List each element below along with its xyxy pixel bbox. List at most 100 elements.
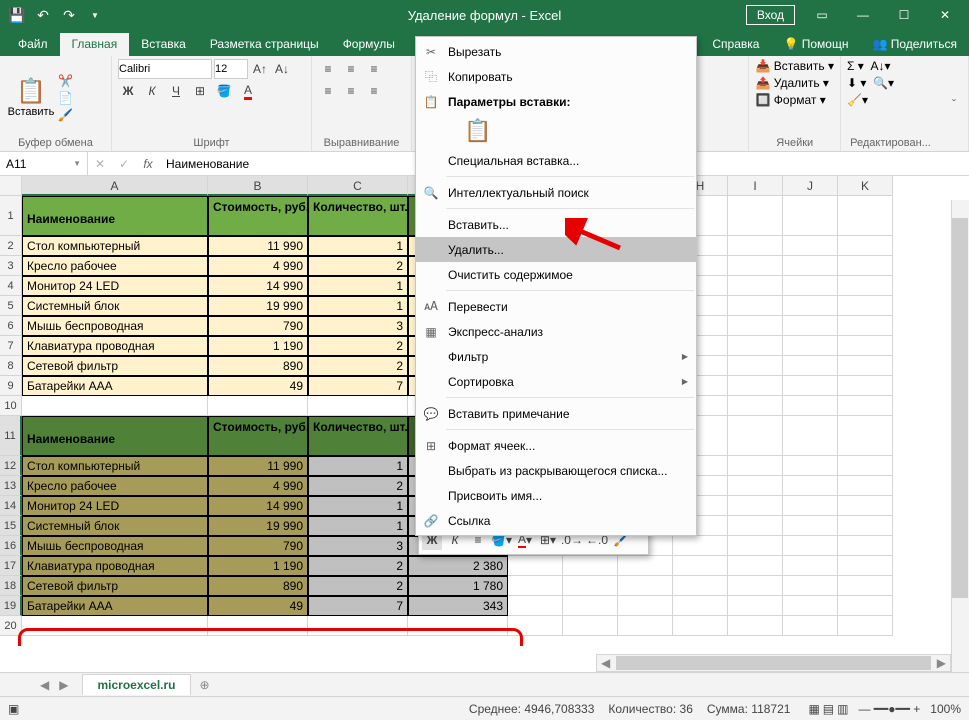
undo-button[interactable]: ↶ <box>32 4 54 26</box>
cell[interactable]: Количество, шт. <box>308 196 408 236</box>
italic-button[interactable]: К <box>142 81 162 101</box>
align-center-icon[interactable]: ≡ <box>341 81 361 101</box>
increase-font-icon[interactable]: A↑ <box>250 59 270 79</box>
ctx-clear[interactable]: Очистить содержимое <box>416 262 696 287</box>
row-header[interactable]: 13 <box>0 476 22 496</box>
row-header[interactable]: 19 <box>0 596 22 616</box>
cell[interactable]: 1 <box>308 236 408 256</box>
tab-formulas[interactable]: Формулы <box>331 33 407 56</box>
cell[interactable]: Количество, шт. <box>308 416 408 456</box>
cell[interactable]: 790 <box>208 536 308 556</box>
cell[interactable]: Сетевой фильтр <box>22 576 208 596</box>
row-header[interactable]: 16 <box>0 536 22 556</box>
col-header[interactable]: B <box>208 176 308 196</box>
cell[interactable]: 790 <box>208 316 308 336</box>
cell[interactable]: 7 <box>308 376 408 396</box>
row-header[interactable]: 3 <box>0 256 22 276</box>
col-header[interactable]: A <box>22 176 208 196</box>
cell[interactable]: 3 <box>308 316 408 336</box>
vertical-scrollbar[interactable] <box>951 200 969 672</box>
row-header[interactable]: 17 <box>0 556 22 576</box>
insert-cells-button[interactable]: 📥 Вставить ▾ <box>755 59 834 73</box>
cell[interactable]: 2 <box>308 356 408 376</box>
view-layout-icon[interactable]: ▤ <box>823 702 834 716</box>
underline-button[interactable]: Ч <box>166 81 186 101</box>
ctx-cut[interactable]: ✂Вырезать <box>416 39 696 64</box>
tab-file[interactable]: Файл <box>6 33 60 56</box>
cell[interactable]: 3 <box>308 536 408 556</box>
col-header[interactable]: C <box>308 176 408 196</box>
prev-sheet-button[interactable]: ◀ <box>40 678 49 692</box>
cell[interactable]: 14 990 <box>208 276 308 296</box>
macro-record-icon[interactable]: ▣ <box>8 702 19 716</box>
ctx-comment[interactable]: 💬Вставить примечание <box>416 401 696 426</box>
row-header[interactable]: 18 <box>0 576 22 596</box>
cell[interactable]: 2 <box>308 336 408 356</box>
ctx-translate[interactable]: 🗚Перевести <box>416 294 696 319</box>
cell[interactable]: 11 990 <box>208 456 308 476</box>
cell[interactable]: 1 <box>308 276 408 296</box>
tab-layout[interactable]: Разметка страницы <box>198 33 331 56</box>
row-header[interactable]: 14 <box>0 496 22 516</box>
cell[interactable]: 1 190 <box>208 336 308 356</box>
fill-color-button[interactable]: 🪣 <box>214 81 234 101</box>
ctx-filter[interactable]: Фильтр▶ <box>416 344 696 369</box>
decrease-font-icon[interactable]: A↓ <box>272 59 292 79</box>
font-color-button[interactable]: A <box>238 81 258 101</box>
cell[interactable]: Клавиатура проводная <box>22 336 208 356</box>
format-painter-icon[interactable]: 🖌️ <box>58 108 73 122</box>
ctx-format-cells[interactable]: ⊞Формат ячеек... <box>416 433 696 458</box>
format-cells-button[interactable]: 🔲 Формат ▾ <box>755 93 834 107</box>
select-all-button[interactable] <box>0 176 22 196</box>
cell[interactable]: Сетевой фильтр <box>22 356 208 376</box>
cell[interactable]: 2 <box>308 576 408 596</box>
row-header[interactable]: 20 <box>0 616 22 636</box>
ctx-define-name[interactable]: Присвоить имя... <box>416 483 696 508</box>
login-button[interactable]: Вход <box>746 5 795 25</box>
row-header[interactable]: 15 <box>0 516 22 536</box>
cell[interactable]: Стол компьютерный <box>22 236 208 256</box>
new-sheet-button[interactable]: ⊕ <box>191 678 219 692</box>
delete-cells-button[interactable]: 📤 Удалить ▾ <box>755 76 834 90</box>
row-header[interactable]: 8 <box>0 356 22 376</box>
ctx-insert[interactable]: Вставить... <box>416 212 696 237</box>
clear-button[interactable]: 🧹▾ <box>847 93 934 107</box>
cell[interactable]: 4 990 <box>208 256 308 276</box>
view-break-icon[interactable]: ▥ <box>837 702 848 716</box>
tab-home[interactable]: Главная <box>60 33 130 56</box>
row-header[interactable]: 7 <box>0 336 22 356</box>
ctx-paste-default[interactable]: 📋 <box>416 114 696 148</box>
collapse-ribbon-button[interactable]: ˇ <box>940 56 968 152</box>
row-header[interactable]: 5 <box>0 296 22 316</box>
paste-button[interactable]: Вставить <box>6 106 56 118</box>
copy-icon[interactable]: 📄 <box>58 91 73 105</box>
cell[interactable]: Кресло рабочее <box>22 476 208 496</box>
row-header[interactable]: 11 <box>0 416 22 456</box>
cell[interactable]: 19 990 <box>208 296 308 316</box>
tell-me[interactable]: 💡 Помощн <box>771 33 860 56</box>
row-header[interactable]: 9 <box>0 376 22 396</box>
cell[interactable]: 2 380 <box>408 556 508 576</box>
save-button[interactable]: 💾 <box>6 4 28 26</box>
cell[interactable]: Монитор 24 LED <box>22 276 208 296</box>
cell[interactable]: 2 <box>308 476 408 496</box>
row-header[interactable]: 4 <box>0 276 22 296</box>
cell[interactable]: Системный блок <box>22 516 208 536</box>
border-button[interactable]: ⊞ <box>190 81 210 101</box>
fill-button[interactable]: ⬇ ▾ 🔍▾ <box>847 76 934 90</box>
name-box[interactable]: A11▼ <box>0 152 88 175</box>
row-header[interactable]: 1 <box>0 196 22 236</box>
cell[interactable]: 1 <box>308 296 408 316</box>
align-mid-icon[interactable]: ≡ <box>341 59 361 79</box>
cell[interactable]: Наименование <box>22 416 208 456</box>
zoom-level[interactable]: 100% <box>930 702 961 716</box>
align-bot-icon[interactable]: ≡ <box>364 59 384 79</box>
horizontal-scrollbar[interactable]: ◀▶ <box>596 654 951 672</box>
next-sheet-button[interactable]: ▶ <box>59 678 68 692</box>
cell[interactable]: 49 <box>208 376 308 396</box>
cell[interactable]: 890 <box>208 576 308 596</box>
cell[interactable]: Мышь беспроводная <box>22 536 208 556</box>
ctx-quick-analysis[interactable]: ▦Экспресс-анализ <box>416 319 696 344</box>
ctx-dropdown-pick[interactable]: Выбрать из раскрывающегося списка... <box>416 458 696 483</box>
cell[interactable]: 343 <box>408 596 508 616</box>
